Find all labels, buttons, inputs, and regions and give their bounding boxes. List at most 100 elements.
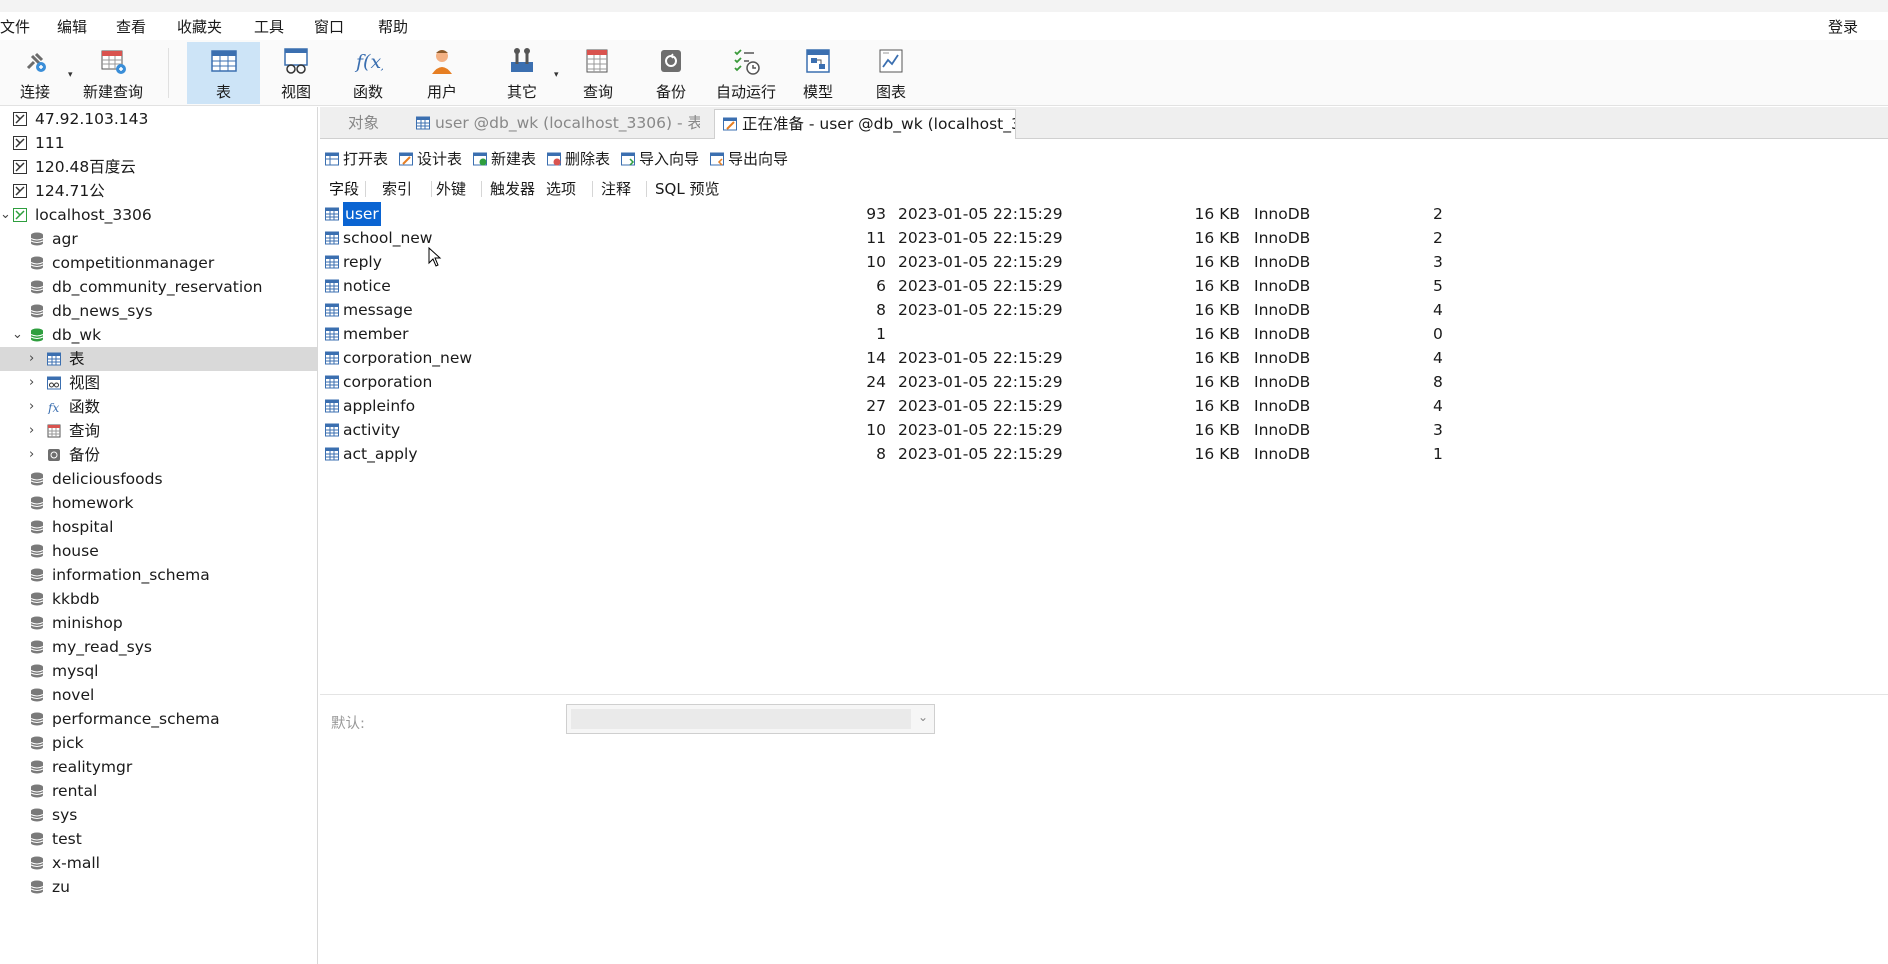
- tree-connection[interactable]: 111: [0, 131, 317, 155]
- query-button[interactable]: 查询: [572, 42, 624, 104]
- table-row[interactable]: reply 10 2023-01-05 22:15:29 16 KB InnoDB 3: [320, 250, 1888, 274]
- subtab-comment[interactable]: 注释: [601, 178, 631, 199]
- subtab-sql-preview[interactable]: SQL 预览: [655, 178, 719, 199]
- table-row[interactable]: message 8 2023-01-05 22:15:29 16 KB InnoDB 4: [320, 298, 1888, 322]
- table-row[interactable]: act_apply 8 2023-01-05 22:15:29 16 KB InnoDB…: [320, 442, 1888, 466]
- tree-database[interactable]: deliciousfoods: [0, 467, 317, 491]
- tree-database[interactable]: house: [0, 539, 317, 563]
- export-wizard-button[interactable]: 导出向导: [710, 148, 788, 169]
- tree-database[interactable]: hospital: [0, 515, 317, 539]
- chevron-right-icon[interactable]: ›: [29, 347, 34, 371]
- chevron-right-icon[interactable]: ›: [29, 371, 34, 395]
- modified-time: 2023-01-05 22:15:29: [898, 253, 1063, 271]
- data-size: 16 KB: [1194, 205, 1240, 223]
- subtab-options[interactable]: 选项: [546, 178, 576, 199]
- tree-connection[interactable]: 47.92.103.143: [0, 107, 317, 131]
- engine: InnoDB: [1254, 445, 1311, 463]
- table-row[interactable]: corporation 24 2023-01-05 22:15:29 16 KB Inn…: [320, 370, 1888, 394]
- default-select[interactable]: ⌄: [566, 704, 935, 734]
- backup-button[interactable]: 备份: [645, 42, 697, 104]
- menu-view[interactable]: 查看: [116, 16, 146, 37]
- tree-database[interactable]: rental: [0, 779, 317, 803]
- tree-tables-node[interactable]: › 表: [0, 347, 317, 371]
- tree-connection-localhost[interactable]: ⌄ localhost_3306: [0, 203, 317, 227]
- table-row[interactable]: appleinfo 27 2023-01-05 22:15:29 16 KB InnoD…: [320, 394, 1888, 418]
- data-size: 16 KB: [1194, 349, 1240, 367]
- function-button[interactable]: f(x) 函数: [338, 42, 398, 104]
- tree-database[interactable]: information_schema: [0, 563, 317, 587]
- tree-database[interactable]: test: [0, 827, 317, 851]
- user-button[interactable]: 用户: [412, 42, 472, 104]
- chevron-down-icon[interactable]: ⌄: [0, 203, 11, 227]
- tree-connection[interactable]: 120.48百度云: [0, 155, 317, 179]
- tree-database[interactable]: novel: [0, 683, 317, 707]
- menu-edit[interactable]: 编辑: [57, 16, 87, 37]
- subtab-foreign-keys[interactable]: 外键: [436, 178, 466, 199]
- tree-database[interactable]: pick: [0, 731, 317, 755]
- tree-database[interactable]: minishop: [0, 611, 317, 635]
- tree-views-node[interactable]: › 视图: [0, 371, 317, 395]
- menu-tools[interactable]: 工具: [254, 16, 284, 37]
- import-wizard-button[interactable]: 导入向导: [621, 148, 699, 169]
- chevron-down-icon[interactable]: ⌄: [918, 710, 928, 724]
- menu-file[interactable]: 文件: [0, 16, 30, 37]
- chevron-right-icon[interactable]: ›: [29, 419, 34, 443]
- chevron-down-icon[interactable]: ⌄: [12, 323, 23, 347]
- tree-database[interactable]: homework: [0, 491, 317, 515]
- tree-database[interactable]: competitionmanager: [0, 251, 317, 275]
- database-icon: [30, 520, 44, 534]
- chevron-right-icon[interactable]: ›: [29, 395, 34, 419]
- tree-database[interactable]: zu: [0, 875, 317, 899]
- new-table-button[interactable]: 新建表: [473, 148, 536, 169]
- tab-user-table[interactable]: user @db_wk (localhost_3306) - 表: [408, 109, 700, 139]
- tree-db-open[interactable]: ⌄ db_wk: [0, 323, 317, 347]
- login-button[interactable]: 登录: [1828, 16, 1858, 37]
- tree-database[interactable]: realitymgr: [0, 755, 317, 779]
- table-row[interactable]: member 1 16 KB InnoDB 0: [320, 322, 1888, 346]
- design-table-button[interactable]: 设计表: [399, 148, 462, 169]
- table-row[interactable]: activity 10 2023-01-05 22:15:29 16 KB InnoDB…: [320, 418, 1888, 442]
- delete-table-button[interactable]: 删除表: [547, 148, 610, 169]
- menu-help[interactable]: 帮助: [378, 16, 408, 37]
- chart-button[interactable]: 图表: [865, 42, 917, 104]
- other-dropdown-icon[interactable]: ▾: [554, 70, 559, 80]
- connect-button[interactable]: 连接: [10, 42, 60, 104]
- menu-window[interactable]: 窗口: [314, 16, 344, 37]
- tree-queries-node[interactable]: › 查询: [0, 419, 317, 443]
- database-name: sys: [52, 806, 78, 824]
- view-button[interactable]: 视图: [266, 42, 326, 104]
- tree-database[interactable]: sys: [0, 803, 317, 827]
- tree-backups-node[interactable]: › 备份: [0, 443, 317, 467]
- table-button[interactable]: 表: [187, 42, 260, 104]
- tree-database[interactable]: db_community_reservation: [0, 275, 317, 299]
- tree-database[interactable]: performance_schema: [0, 707, 317, 731]
- tab-objects[interactable]: 对象: [320, 109, 404, 139]
- table-row[interactable]: school_new 11 2023-01-05 22:15:29 16 KB Inno…: [320, 226, 1888, 250]
- table-list: user 93 2023-01-05 22:15:29 16 KB InnoDB 2 sch…: [320, 202, 1888, 692]
- subtab-triggers[interactable]: 触发器: [490, 178, 535, 199]
- tree-connection[interactable]: 124.71公: [0, 179, 317, 203]
- new-query-button[interactable]: 新建查询: [80, 42, 146, 104]
- tree-database[interactable]: my_read_sys: [0, 635, 317, 659]
- subtab-indexes[interactable]: 索引: [382, 178, 412, 199]
- connect-dropdown-icon[interactable]: ▾: [68, 70, 73, 80]
- tab-preparing[interactable]: 正在准备 - user @db_wk (localhost_3...: [714, 109, 1016, 139]
- tree-database[interactable]: kkbdb: [0, 587, 317, 611]
- auto-run-button[interactable]: 自动运行: [712, 42, 780, 104]
- menu-favorites[interactable]: 收藏夹: [177, 16, 222, 37]
- tree-database[interactable]: mysql: [0, 659, 317, 683]
- tree-database[interactable]: x-mall: [0, 851, 317, 875]
- subtab-fields[interactable]: 字段: [329, 178, 359, 199]
- tree-database[interactable]: db_news_sys: [0, 299, 317, 323]
- table-row[interactable]: corporation_new 14 2023-01-05 22:15:29 16 K…: [320, 346, 1888, 370]
- table-row[interactable]: notice 6 2023-01-05 22:15:29 16 KB InnoDB 5: [320, 274, 1888, 298]
- user-label: 用户: [426, 83, 457, 101]
- tree-database[interactable]: agr: [0, 227, 317, 251]
- model-button[interactable]: 模型: [792, 42, 844, 104]
- open-table-button[interactable]: 打开表: [325, 148, 388, 169]
- other-button[interactable]: 其它: [494, 42, 550, 104]
- data-size: 16 KB: [1194, 253, 1240, 271]
- chevron-right-icon[interactable]: ›: [29, 443, 34, 467]
- table-row[interactable]: user 93 2023-01-05 22:15:29 16 KB InnoDB 2: [320, 202, 1888, 226]
- tree-functions-node[interactable]: › fx 函数: [0, 395, 317, 419]
